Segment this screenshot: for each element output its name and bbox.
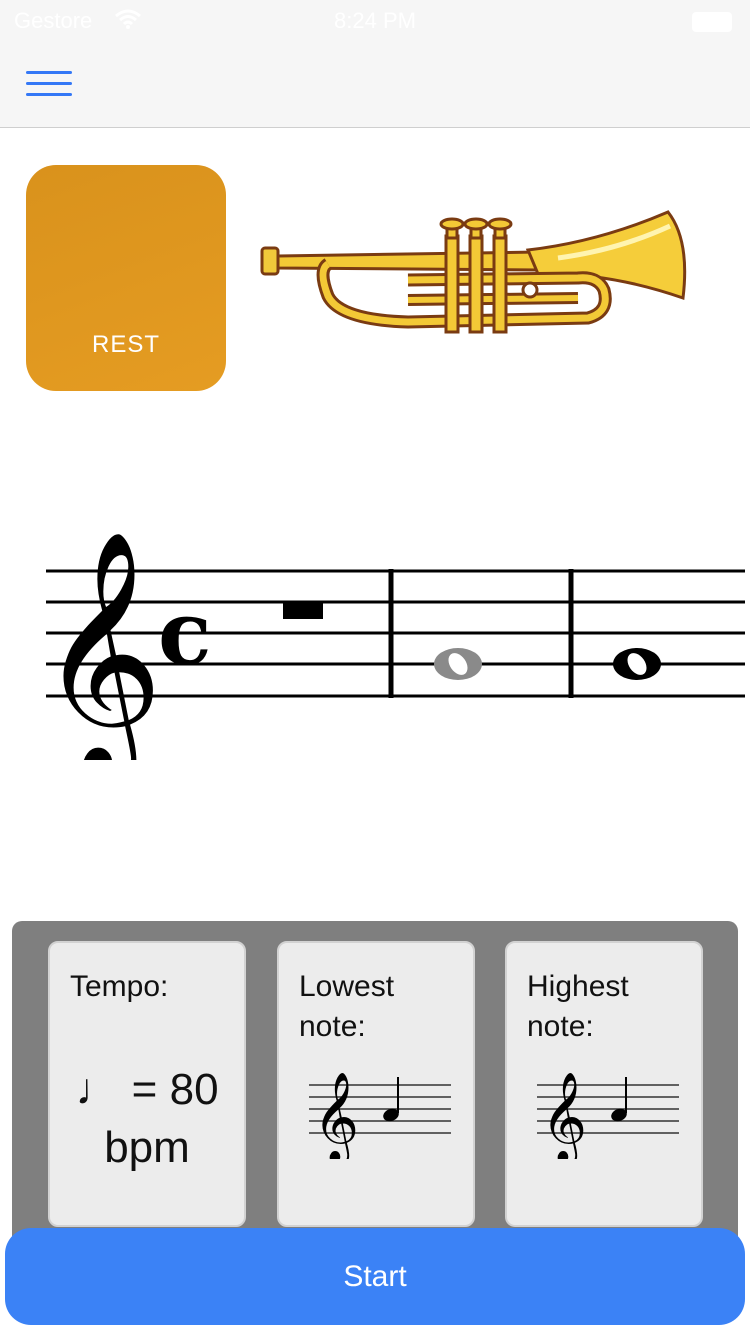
lowest-note-staff: 𝄞 bbox=[309, 1072, 451, 1159]
treble-clef-icon: 𝄞 bbox=[541, 1072, 587, 1159]
tempo-title: Tempo: bbox=[70, 970, 169, 1003]
music-staff: 𝄞 c bbox=[38, 528, 745, 760]
start-button[interactable]: Start bbox=[5, 1228, 745, 1325]
rest-label: REST bbox=[91, 331, 160, 358]
whole-note-icon bbox=[613, 648, 661, 680]
trumpet-icon bbox=[260, 210, 687, 334]
lowest-note-card[interactable]: Lowest note: 𝄞 bbox=[277, 941, 475, 1227]
quarter-note-icon bbox=[611, 1077, 627, 1122]
highest-note-card[interactable]: Highest note: 𝄞 bbox=[505, 941, 703, 1227]
tempo-value: ♩ = 80 bpm bbox=[50, 1061, 244, 1177]
highest-note-staff: 𝄞 bbox=[537, 1072, 679, 1159]
whole-note-icon bbox=[434, 648, 482, 680]
common-time-icon: c bbox=[158, 581, 212, 685]
highest-note-title: Highest note: bbox=[527, 970, 629, 1043]
settings-panel: Tempo: ♩ = 80 bpm Lowest note: 𝄞 Highest… bbox=[12, 921, 738, 1251]
tempo-value-line1: ♩ = 80 bbox=[75, 1065, 219, 1114]
whole-rest-icon bbox=[283, 602, 323, 619]
quarter-note-icon bbox=[383, 1077, 399, 1122]
tempo-card[interactable]: Tempo: ♩ = 80 bpm bbox=[48, 941, 246, 1227]
lowest-note-title: Lowest note: bbox=[299, 970, 395, 1043]
battery-icon bbox=[692, 12, 732, 32]
rest-tile[interactable]: REST bbox=[26, 165, 226, 391]
tempo-value-line2: bpm bbox=[104, 1123, 190, 1172]
treble-clef-icon: 𝄞 bbox=[38, 528, 163, 760]
status-bar: Gestore 8:24 PM bbox=[0, 0, 750, 40]
clock: 8:24 PM bbox=[334, 8, 416, 33]
hamburger-menu-icon[interactable] bbox=[26, 69, 74, 101]
treble-clef-icon: 𝄞 bbox=[313, 1072, 359, 1159]
